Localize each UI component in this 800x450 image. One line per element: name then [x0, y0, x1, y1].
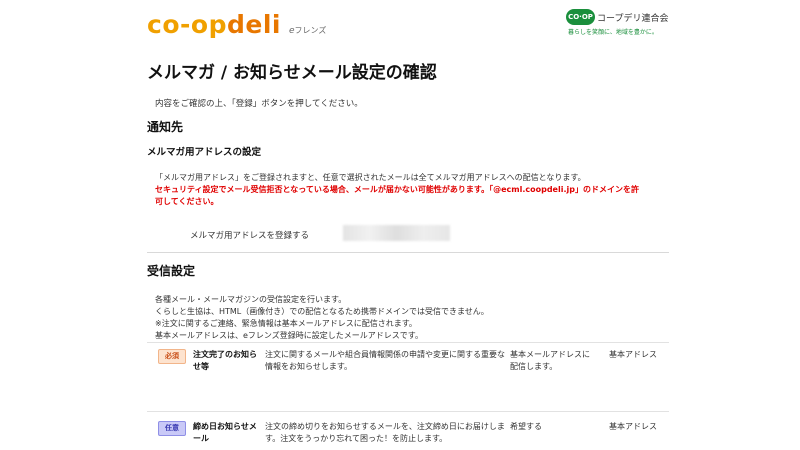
intro-text: 内容をご確認の上、「登録」ボタンを押してください。	[155, 99, 363, 109]
receive-desc-line1: 各種メール・メールマガジンの受信設定を行います。	[155, 295, 347, 304]
security-warning-line2: 可してください。	[155, 197, 219, 206]
mail-address-type: 基本アドレス	[609, 422, 657, 431]
page-title: メルマガ / お知らせメール設定の確認	[147, 63, 437, 83]
mailmag-address-label: メルマガ用アドレスを登録する	[190, 231, 310, 241]
mail-address-type: 基本アドレス	[609, 350, 657, 359]
mailmag-address-value-redacted	[343, 225, 450, 241]
coop-federation-name: コープデリ連合会	[597, 14, 669, 24]
coop-badge-icon: CO·OP	[566, 9, 595, 25]
mail-setting-line1: 基本メールアドレスに	[510, 350, 590, 359]
receive-desc-line3: ※注文に関するご連絡、緊急情報は基本メールアドレスに配信されます。	[155, 319, 417, 328]
receive-settings-heading: 受信設定	[147, 264, 196, 278]
mail-desc-line1: 注文の締め切りをお知らせするメールを、注文締め日にお届けしま	[265, 422, 505, 431]
mailmag-note: 「メルマガ用アドレス」をご登録されますと、任意で選択されたメールは全てメルマガ用…	[155, 173, 586, 182]
mail-name-line2: せ等	[193, 362, 209, 371]
table-divider	[147, 411, 669, 412]
mail-desc-line2: 情報をお知らせします。	[265, 362, 353, 371]
security-warning-line1: セキュリティ設定でメール受信拒否となっている場合、メールが届かない可能性がありま…	[155, 185, 639, 194]
mail-desc-line2: す。注文をうっかり忘れて困った！を防止します。	[265, 434, 448, 443]
receive-desc-line4: 基本メールアドレスは、eフレンズ登録時に設定したメールアドレスです。	[155, 331, 423, 340]
logo-wordmark: co-opdeli	[147, 10, 281, 39]
coop-tagline: 暮らしを笑顔に、地域を豊かに。	[568, 29, 658, 36]
mail-name-line1: 締め日お知らせメ	[193, 422, 257, 431]
mail-name-line1: 注文完了のお知ら	[193, 350, 257, 359]
optional-badge: 任意	[158, 421, 186, 436]
mailmag-address-subheading: メルマガ用アドレスの設定	[147, 147, 262, 158]
table-divider	[147, 342, 669, 343]
notify-heading: 通知先	[147, 120, 184, 134]
coopdeli-logo[interactable]: co-opdeli eフレンズ	[147, 11, 326, 39]
required-badge: 必須	[158, 349, 186, 364]
mail-setting-value: 希望する	[510, 422, 542, 431]
coop-federation-logo[interactable]: CO·OP コープデリ連合会 暮らしを笑顔に、地域を豊かに。	[566, 9, 676, 41]
logo-subtitle: eフレンズ	[288, 26, 327, 36]
divider	[147, 252, 669, 253]
mail-desc-line1: 注文に関するメールや組合員情報関係の申請や変更に関する重要な	[265, 350, 505, 359]
mail-setting-line2: 配信します。	[510, 362, 558, 371]
receive-desc-line2: くらしと生協は、HTML（画像付き）での配信となるため携帯ドメインでは受信できま…	[155, 307, 489, 316]
mail-name-line2: ール	[193, 434, 209, 443]
